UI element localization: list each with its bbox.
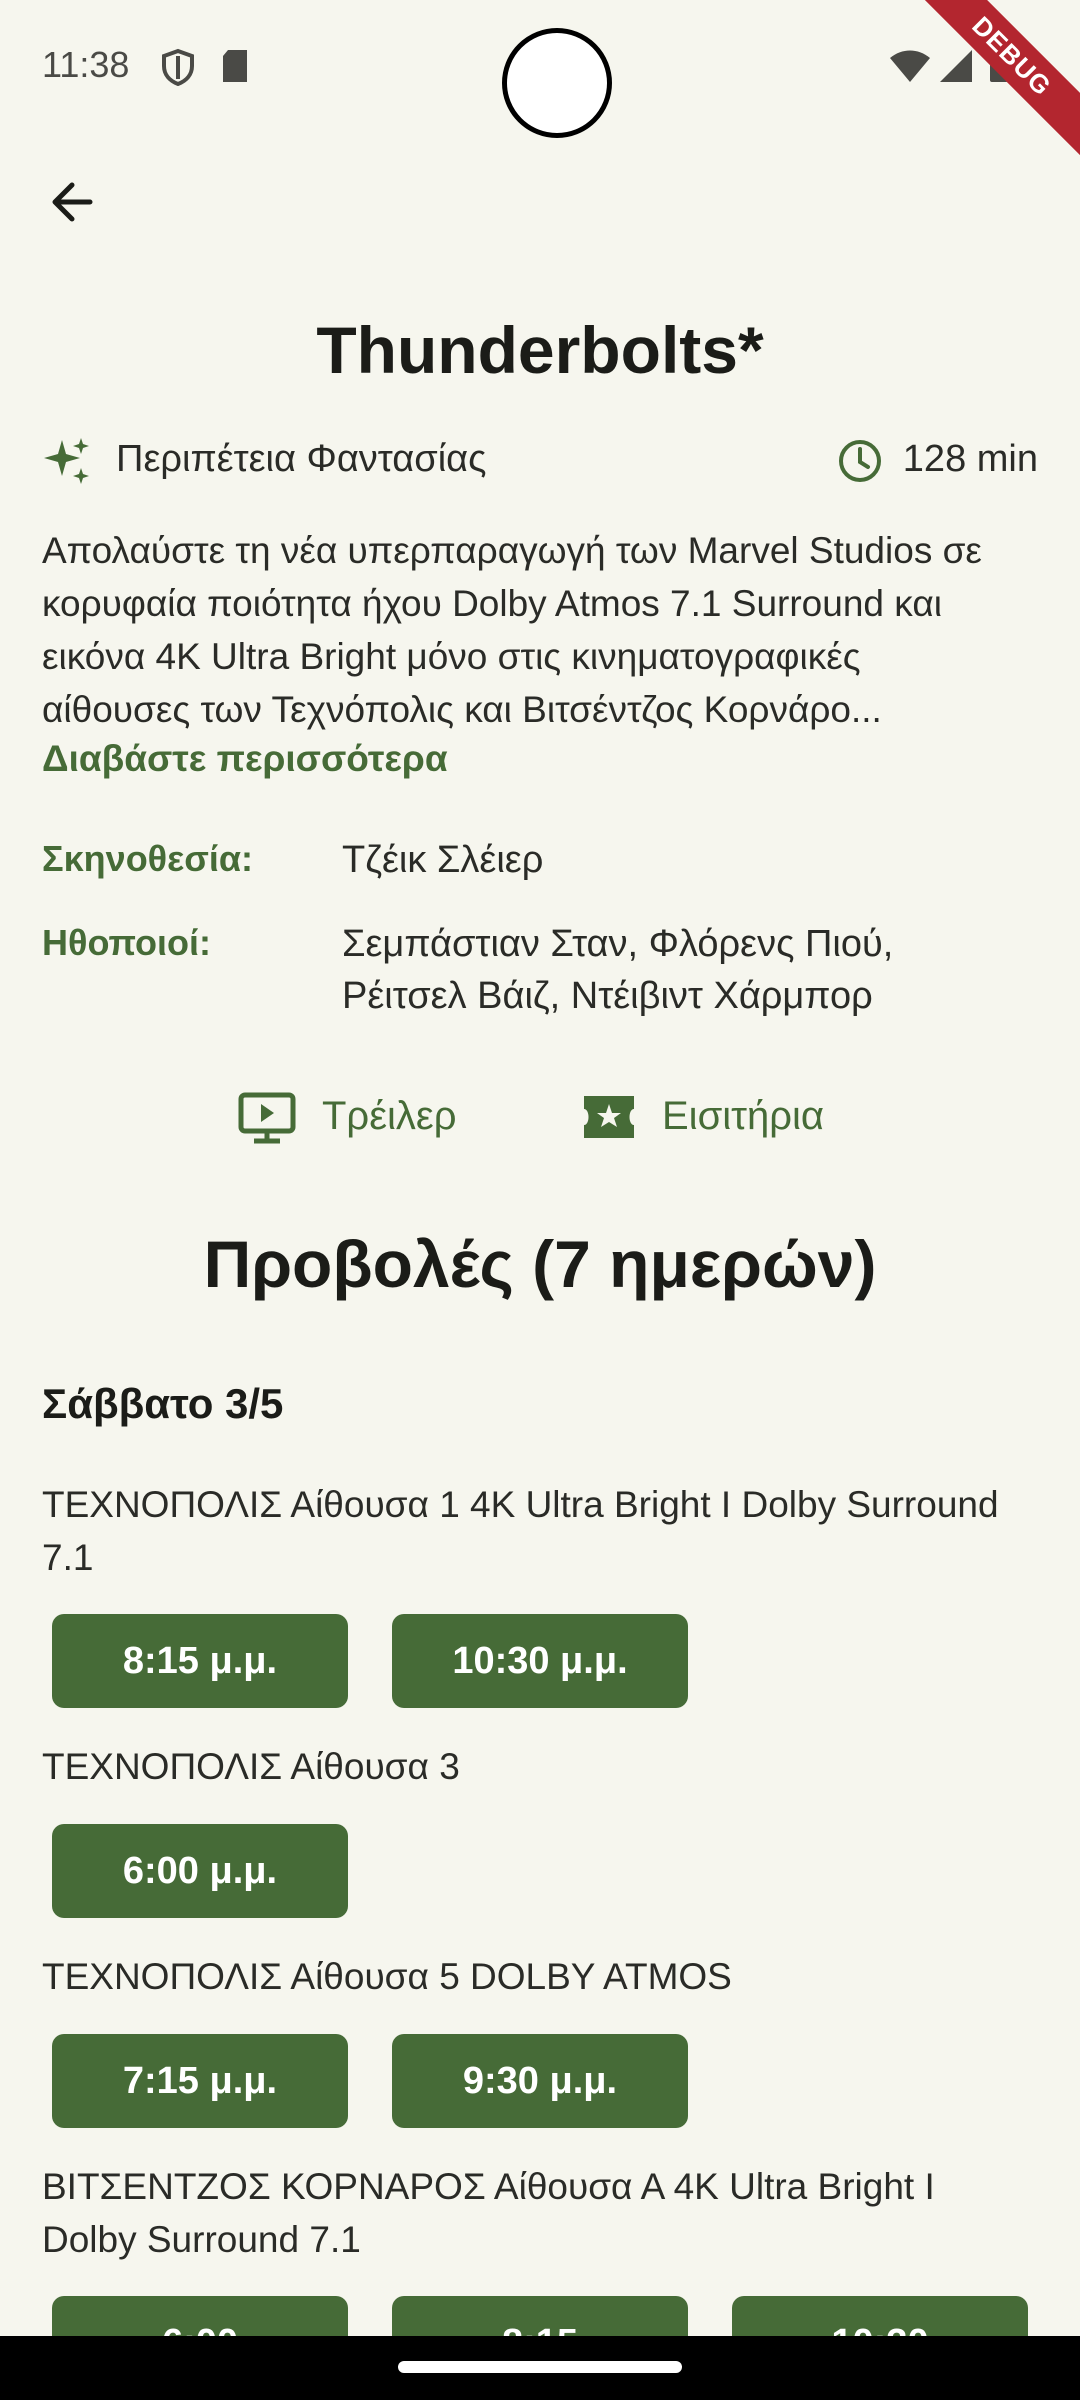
cast-label: Ηθοποιοί: xyxy=(42,922,211,963)
movie-title: Thunderbolts* xyxy=(316,313,764,387)
description-line: εικόνα 4K Ultra Bright μόνο στις κινηματ… xyxy=(42,636,861,677)
description-line: αίθουσες των Τεχνόπολις και Βιτσέντζος Κ… xyxy=(42,689,882,730)
movie-duration: 128 min xyxy=(902,438,1038,480)
status-bar: 11:38 DEBUG xyxy=(0,0,1080,164)
trailer-label: Τρέιλερ xyxy=(322,1094,457,1138)
wifi-icon xyxy=(890,50,930,82)
hall-name: ΤΕΧΝΟΠΟΛΙΣ Αίθουσα 5 DOLBY ATMOS xyxy=(42,1950,1042,2003)
description-line: Απολαύστε τη νέα υπερπαραγωγή των Marvel… xyxy=(42,530,982,571)
home-gesture-handle[interactable] xyxy=(398,2361,682,2373)
hall-name: ΤΕΧΝΟΠΟΛΙΣ Αίθουσα 1 4K Ultra Bright I D… xyxy=(42,1478,1042,1584)
app-screen: 11:38 DEBUG Thunderbolts* Περιπέτεια Φαν… xyxy=(0,0,1080,2400)
genre-duration-row: Περιπέτεια Φαντασίας 128 min xyxy=(42,430,1038,490)
description-line: κορυφαία ποιότητα ήχου Dolby Atmos 7.1 S… xyxy=(42,583,942,624)
showtime-button[interactable]: 7:15 μ.μ. xyxy=(52,2034,348,2128)
signal-icon xyxy=(940,50,972,82)
read-more-link[interactable]: Διαβάστε περισσότερα xyxy=(42,738,448,780)
cast-line: Ρέιτσελ Βάιζ, Ντέιβιντ Χάρμπορ xyxy=(342,975,873,1017)
status-time: 11:38 xyxy=(42,44,130,85)
director-value: Τζέικ Σλέιερ xyxy=(342,839,544,881)
sparkle-icon xyxy=(44,438,89,484)
hall-name-line: ΤΕΧΝΟΠΟΛΙΣ Αίθουσα 1 4K Ultra Bright I D… xyxy=(42,1484,999,1525)
hall-name-line: ΤΕΧΝΟΠΟΛΙΣ Αίθουσα 3 xyxy=(42,1746,460,1787)
back-arrow-icon[interactable] xyxy=(42,170,106,234)
screenings-title: Προβολές (7 ημερών) xyxy=(203,1227,877,1301)
cast-line: Σεμπάστιαν Σταν, Φλόρενς Πιού, xyxy=(342,923,894,965)
showtime-button[interactable]: 8:15 μ.μ. xyxy=(52,1614,348,1708)
sd-card-icon xyxy=(223,50,247,82)
trailer-button[interactable]: Τρέιλερ xyxy=(238,1090,468,1146)
shield-icon xyxy=(162,48,194,86)
front-camera xyxy=(502,28,612,138)
hall-name: ΤΕΧΝΟΠΟΛΙΣ Αίθουσα 3 xyxy=(42,1740,1042,1793)
director-label: Σκηνοθεσία: xyxy=(42,838,253,879)
clock-icon xyxy=(839,440,881,482)
movie-description: Απολαύστε τη νέα υπερπαραγωγή των Marvel… xyxy=(42,524,1038,736)
hall-name-line: Dolby Surround 7.1 xyxy=(42,2219,361,2260)
movie-genre: Περιπέτεια Φαντασίας xyxy=(116,438,487,480)
hall-name: ΒΙΤΣΕΝΤΖΟΣ ΚΟΡΝΑΡΟΣ Αίθουσα Α 4K Ultra B… xyxy=(42,2160,1042,2266)
hall-name-line: ΤΕΧΝΟΠΟΛΙΣ Αίθουσα 5 DOLBY ATMOS xyxy=(42,1956,732,1997)
cast-value: Σεμπάστιαν Σταν, Φλόρενς Πιού, Ρέιτσελ Β… xyxy=(342,918,1042,1022)
ticket-star-icon xyxy=(584,1096,634,1138)
tickets-label: Εισιτήρια xyxy=(662,1094,824,1138)
screening-day: Σάββατο 3/5 xyxy=(42,1380,284,1427)
hall-name-line: 7.1 xyxy=(42,1537,94,1578)
tickets-button[interactable]: Εισιτήρια xyxy=(582,1090,842,1146)
showtime-button[interactable]: 10:30 μ.μ. xyxy=(392,1614,688,1708)
showtime-button[interactable]: 9:30 μ.μ. xyxy=(392,2034,688,2128)
tv-play-icon xyxy=(238,1092,296,1144)
hall-name-line: ΒΙΤΣΕΝΤΖΟΣ ΚΟΡΝΑΡΟΣ Αίθουσα Α 4K Ultra B… xyxy=(42,2166,935,2207)
showtime-button[interactable]: 6:00 μ.μ. xyxy=(52,1824,348,1918)
